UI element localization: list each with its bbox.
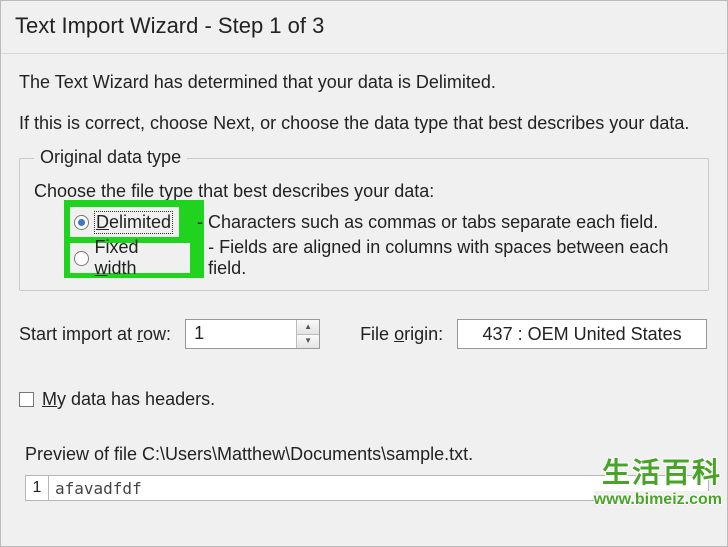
radio-fixed-width-desc: - Fields are aligned in columns with spa…	[208, 237, 694, 279]
start-row-spinner[interactable]: 1 ▲ ▼	[185, 319, 320, 349]
file-origin-label: File origin:	[360, 324, 443, 345]
headers-checkbox-row[interactable]: My data has headers.	[19, 389, 709, 410]
spinner-arrows[interactable]: ▲ ▼	[296, 320, 319, 348]
preview-line-text: afavadfdf	[49, 476, 708, 500]
title-bar: Text Import Wizard - Step 1 of 3	[1, 1, 727, 54]
file-origin-combo[interactable]: 437 : OEM United States	[457, 319, 707, 349]
spinner-down-icon[interactable]: ▼	[297, 335, 319, 349]
group-legend: Original data type	[34, 147, 187, 168]
group-instruction: Choose the file type that best describes…	[34, 181, 694, 202]
original-data-type-group: Original data type Choose the file type …	[19, 158, 709, 291]
preview-box: 1 afavadfdf	[25, 475, 709, 501]
window-title: Text Import Wizard - Step 1 of 3	[15, 13, 324, 38]
file-origin-value: 437 : OEM United States	[483, 324, 682, 345]
text-import-wizard: Text Import Wizard - Step 1 of 3 The Tex…	[0, 0, 728, 547]
start-row-value[interactable]: 1	[186, 320, 296, 348]
radio-fixed-width[interactable]	[74, 251, 89, 266]
radio-delimited-label: Delimited	[95, 212, 172, 233]
radio-delimited[interactable]	[74, 215, 89, 230]
radio-delimited-row[interactable]: Delimited - Characters such as commas or…	[70, 204, 694, 240]
content-area: The Text Wizard has determined that your…	[1, 54, 727, 501]
radio-fixed-width-row[interactable]: Fixed width - Fields are aligned in colu…	[70, 240, 694, 276]
start-row-label: Start import at row:	[19, 324, 171, 345]
headers-label: My data has headers.	[42, 389, 215, 410]
radio-delimited-desc: - Characters such as commas or tabs sepa…	[197, 212, 658, 233]
radio-options: Delimited - Characters such as commas or…	[70, 204, 694, 276]
intro-line-2: If this is correct, choose Next, or choo…	[19, 113, 709, 134]
preview-label: Preview of file C:\Users\Matthew\Documen…	[25, 444, 709, 465]
import-options-row: Start import at row: 1 ▲ ▼ File origin: …	[19, 319, 709, 349]
headers-checkbox[interactable]	[19, 392, 34, 407]
radio-fixed-width-label: Fixed width	[95, 237, 183, 279]
preview-line-number: 1	[26, 476, 49, 500]
intro-line-1: The Text Wizard has determined that your…	[19, 72, 709, 93]
spinner-up-icon[interactable]: ▲	[297, 320, 319, 335]
